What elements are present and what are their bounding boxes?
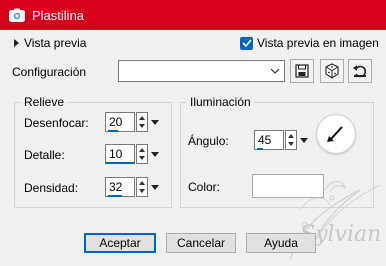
chevron-down-icon: [269, 64, 281, 78]
spin-down-icon[interactable]: [288, 142, 294, 146]
angulo-dropdown[interactable]: [298, 130, 310, 150]
spin-up-icon[interactable]: [139, 116, 145, 120]
angulo-level-bar: [257, 148, 263, 150]
save-preset-button[interactable]: [290, 59, 314, 83]
angle-dial[interactable]: [316, 114, 356, 154]
chevron-down-icon: [151, 184, 159, 190]
reset-icon: [353, 65, 367, 78]
checkmark-icon[interactable]: [240, 36, 253, 50]
chevron-down-icon: [151, 151, 159, 157]
config-row: Configuración: [0, 58, 386, 86]
spin-up-icon[interactable]: [139, 148, 145, 152]
densidad-label: Densidad:: [24, 181, 79, 195]
angulo-label: Ángulo:: [188, 134, 229, 148]
config-dropdown[interactable]: [118, 60, 285, 82]
detalle-dropdown[interactable]: [149, 144, 161, 164]
angulo-value: 45: [258, 133, 272, 147]
spin-up-icon[interactable]: [139, 181, 145, 185]
chevron-down-icon: [300, 137, 308, 143]
densidad-spinner[interactable]: [136, 177, 148, 197]
window-title: Plastilina: [32, 8, 85, 23]
desenfocar-dropdown[interactable]: [149, 112, 161, 132]
preview-toggle-label: Vista previa: [24, 36, 87, 50]
desenfocar-level-bar: [108, 130, 118, 132]
desenfocar-spinner[interactable]: [136, 112, 148, 132]
preview-in-image-checkbox[interactable]: Vista previa en imagen: [240, 36, 379, 50]
spin-down-icon[interactable]: [139, 124, 145, 128]
desenfocar-label: Desenfocar:: [24, 116, 89, 130]
relieve-group-title: Relieve: [21, 95, 68, 109]
densidad-level-bar: [108, 195, 122, 197]
save-icon: [295, 64, 309, 78]
preview-toggle[interactable]: Vista previa: [14, 36, 86, 50]
angle-needle-icon: [327, 126, 343, 142]
help-button[interactable]: Ayuda: [246, 233, 316, 253]
chevron-down-icon: [151, 119, 159, 125]
title-bar: Plastilina: [0, 0, 386, 30]
spin-up-icon[interactable]: [288, 134, 294, 138]
reset-preset-button[interactable]: [348, 59, 372, 83]
spin-down-icon[interactable]: [139, 156, 145, 160]
ok-button[interactable]: Aceptar: [84, 233, 156, 253]
detalle-spinner[interactable]: [136, 144, 148, 164]
preview-in-image-label: Vista previa en imagen: [257, 36, 379, 50]
expand-triangle-icon: [14, 39, 19, 47]
preview-bar: Vista previa Vista previa en imagen: [0, 30, 386, 54]
desenfocar-value: 20: [109, 115, 123, 129]
config-label: Configuración: [12, 65, 87, 79]
random-preset-button[interactable]: [320, 59, 344, 83]
angulo-input[interactable]: 45: [254, 130, 284, 150]
densidad-value: 32: [109, 180, 123, 194]
camera-icon: [9, 8, 25, 22]
spin-down-icon[interactable]: [139, 189, 145, 193]
angulo-spinner[interactable]: [285, 130, 297, 150]
detalle-label: Detalle:: [24, 148, 65, 162]
desenfocar-input[interactable]: 20: [105, 112, 135, 132]
densidad-dropdown[interactable]: [149, 177, 161, 197]
detalle-input[interactable]: 10: [105, 144, 135, 164]
iluminacion-group-title: Iluminación: [187, 95, 254, 109]
color-label: Color:: [188, 180, 221, 194]
detalle-value: 10: [109, 147, 123, 161]
dice-icon: [325, 63, 339, 79]
cancel-button[interactable]: Cancelar: [166, 233, 236, 253]
light-color-swatch[interactable]: [252, 174, 324, 198]
densidad-input[interactable]: 32: [105, 177, 135, 197]
